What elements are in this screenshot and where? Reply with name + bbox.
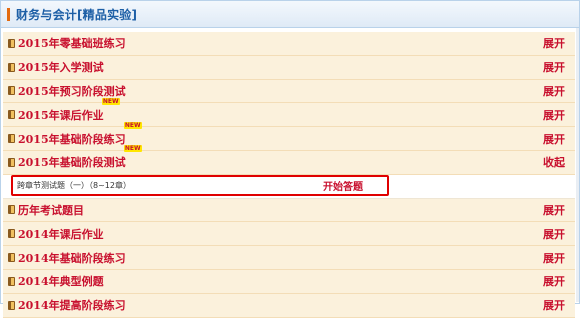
start-answer-button[interactable]: 开始答题 bbox=[323, 178, 363, 193]
list-item-2015-entrance-test[interactable]: 2015年入学测试 展开 bbox=[3, 55, 575, 80]
collapse-button[interactable]: 收起 bbox=[543, 154, 565, 170]
panel-header: 财务与会计[精品实验] bbox=[1, 1, 579, 28]
list-item-title: 2015年入学测试 bbox=[18, 61, 104, 75]
book-icon bbox=[8, 205, 15, 215]
list-item-title: 历年考试题目 bbox=[18, 203, 84, 217]
expand-button[interactable]: 展开 bbox=[543, 297, 565, 313]
list-item-2015-basic-test[interactable]: 2015年基础阶段测试 NEW 收起 bbox=[3, 145, 575, 175]
list-item-title-text: 2015年基础阶段测试 bbox=[18, 156, 126, 170]
expand-button[interactable]: 展开 bbox=[543, 35, 565, 51]
list-item-2015-basic-practice[interactable]: 2015年基础阶段练习 NEW 展开 bbox=[3, 121, 575, 151]
book-icon bbox=[8, 110, 15, 120]
expand-button[interactable]: 展开 bbox=[543, 83, 565, 99]
expand-button[interactable]: 展开 bbox=[543, 59, 565, 75]
book-icon bbox=[8, 300, 15, 310]
expand-button[interactable]: 展开 bbox=[543, 250, 565, 266]
book-icon bbox=[8, 62, 15, 72]
list-item-title: 2014年提高阶段练习 bbox=[18, 299, 126, 313]
panel-title: 财务与会计[精品实验] bbox=[16, 7, 138, 22]
expand-button[interactable]: 展开 bbox=[543, 107, 565, 123]
expand-button[interactable]: 展开 bbox=[543, 202, 565, 218]
book-icon bbox=[8, 38, 15, 48]
sub-list-item-row: 跨章节测试题（一）（8~12章） 开始答题 bbox=[3, 174, 575, 199]
expand-button[interactable]: 展开 bbox=[543, 131, 565, 147]
new-badge: NEW bbox=[123, 121, 142, 129]
exercise-list: 2015年零基础班练习 展开 2015年入学测试 展开 2015年预习阶段测试 … bbox=[3, 32, 575, 318]
list-item-2015-zero-basic[interactable]: 2015年零基础班练习 展开 bbox=[3, 32, 575, 56]
list-item-title: 2015年课后作业 NEW bbox=[18, 97, 120, 123]
header-accent-bar bbox=[7, 7, 10, 21]
new-badge: NEW bbox=[123, 145, 142, 153]
list-item-title: 2015年基础阶段测试 NEW bbox=[18, 145, 142, 170]
book-icon bbox=[8, 229, 15, 239]
list-item-2014-typical-examples[interactable]: 2014年典型例题 展开 bbox=[3, 269, 575, 294]
exercise-panel: 财务与会计[精品实验] 2015年零基础班练习 展开 2015年入学测试 展开 … bbox=[0, 0, 580, 318]
list-item-past-exams[interactable]: 历年考试题目 展开 bbox=[3, 198, 575, 223]
list-item-title: 2014年课后作业 bbox=[18, 227, 104, 241]
list-item-2014-homework[interactable]: 2014年课后作业 展开 bbox=[3, 222, 575, 247]
book-icon bbox=[8, 134, 15, 144]
scrollbar[interactable] bbox=[576, 28, 579, 302]
book-icon bbox=[8, 276, 15, 286]
new-badge: NEW bbox=[101, 97, 120, 105]
list-item-2014-advanced-practice[interactable]: 2014年提高阶段练习 展开 bbox=[3, 293, 575, 318]
book-icon bbox=[8, 86, 15, 96]
list-item-title-text: 2015年课后作业 bbox=[18, 108, 104, 122]
list-item-2015-preview-test[interactable]: 2015年预习阶段测试 展开 bbox=[3, 79, 575, 104]
list-item-title: 2015年零基础班练习 bbox=[18, 37, 126, 51]
sub-list-item-highlight: 跨章节测试题（一）（8~12章） 开始答题 bbox=[11, 174, 389, 196]
list-item-title: 2015年预习阶段测试 bbox=[18, 84, 126, 98]
list-item-title: 2014年典型例题 bbox=[18, 275, 104, 289]
expand-button[interactable]: 展开 bbox=[543, 273, 565, 289]
expand-button[interactable]: 展开 bbox=[543, 226, 565, 242]
list-item-2015-homework[interactable]: 2015年课后作业 NEW 展开 bbox=[3, 97, 575, 128]
list-item-title: 2014年基础阶段练习 bbox=[18, 251, 126, 265]
sub-item-title: 跨章节测试题（一）（8~12章） bbox=[17, 180, 131, 190]
book-icon bbox=[8, 253, 15, 263]
list-item-title-text: 2015年基础阶段练习 bbox=[18, 132, 126, 146]
list-item-title: 2015年基础阶段练习 NEW bbox=[18, 121, 142, 147]
list-item-2014-basic-practice[interactable]: 2014年基础阶段练习 展开 bbox=[3, 246, 575, 270]
book-icon bbox=[8, 157, 15, 167]
